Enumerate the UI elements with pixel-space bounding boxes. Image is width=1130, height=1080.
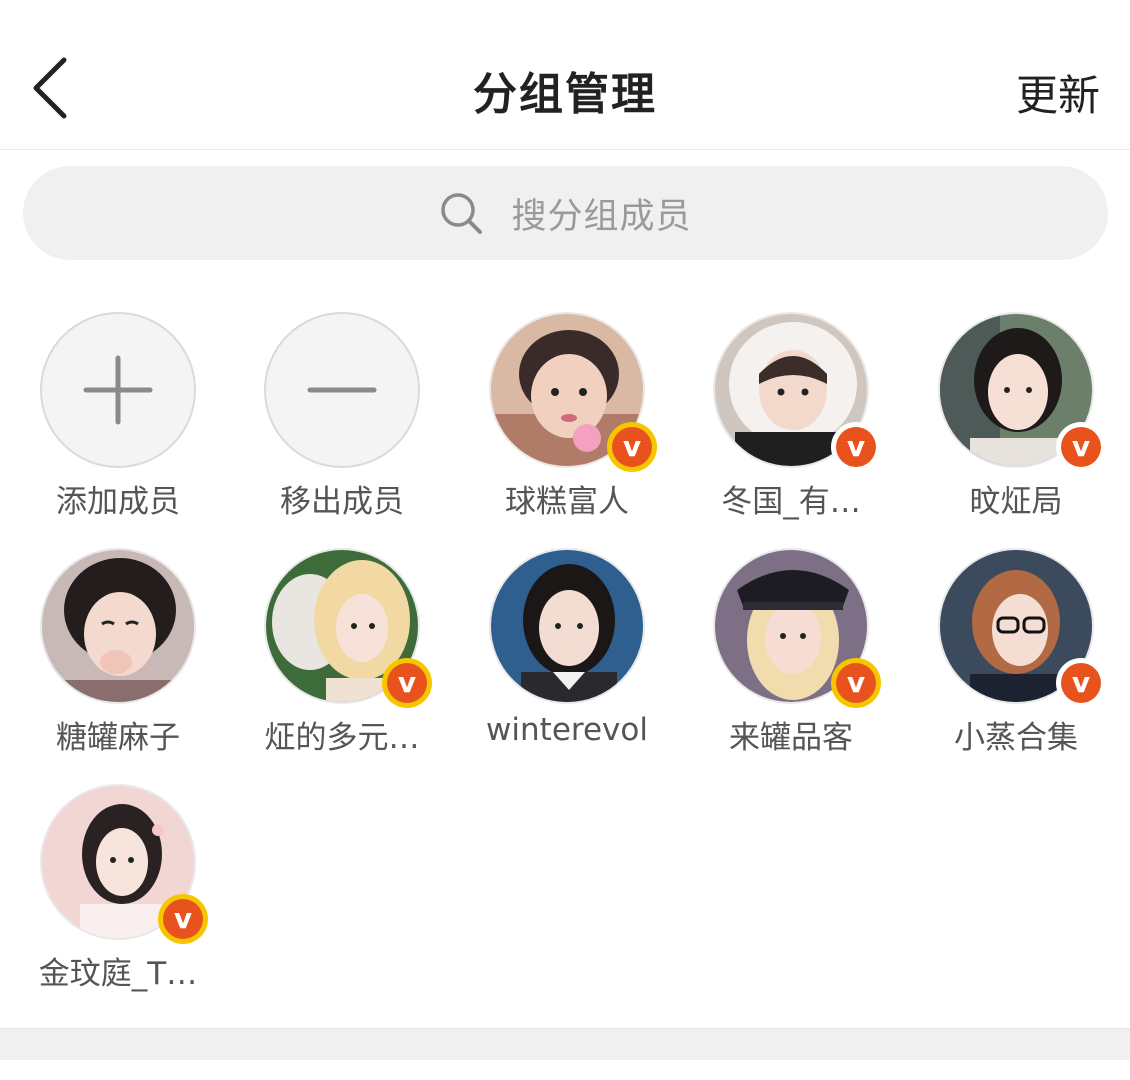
member-item[interactable]: v 小蒸合集 (898, 536, 1122, 766)
group-management-page: 分组管理 更新 搜分组成员 添加成员 移出成员 v 球糕富人 v 冬国_有… v… (0, 0, 1130, 1080)
verified-badge: v (831, 658, 881, 708)
member-name: 旼炡局 (969, 484, 1063, 520)
member-name: 糖罐麻子 (56, 720, 180, 756)
member-item[interactable]: v 球糕富人 (449, 300, 673, 530)
add-member-label: 添加成员 (56, 484, 180, 520)
member-name: 球糕富人 (505, 484, 629, 520)
remove-member-button[interactable]: 移出成员 (224, 300, 448, 530)
member-name: 冬国_有… (721, 484, 861, 520)
verified-badge: v (831, 422, 881, 472)
avatar (489, 548, 645, 704)
bottom-divider (0, 1028, 1130, 1060)
member-item[interactable]: v 冬国_有… (673, 300, 897, 530)
member-item[interactable]: v 旼炡局 (898, 300, 1122, 530)
member-name: 小蒸合集 (954, 720, 1078, 756)
verified-badge: v (1056, 422, 1106, 472)
member-item[interactable]: v 来罐品客 (673, 536, 897, 766)
nav-header: 分组管理 更新 (0, 0, 1130, 150)
verified-badge: v (158, 894, 208, 944)
remove-member-label: 移出成员 (280, 484, 404, 520)
member-item[interactable]: 糖罐麻子 (0, 536, 224, 766)
verified-badge: v (382, 658, 432, 708)
member-item[interactable]: winterevol (449, 536, 673, 766)
plus-icon (83, 355, 153, 425)
verified-badge: v (607, 422, 657, 472)
search-placeholder: 搜分组成员 (511, 196, 692, 237)
member-name: 炡的多元… (264, 720, 420, 756)
minus-icon (307, 387, 377, 393)
member-name: 来罐品客 (729, 720, 853, 756)
avatar (40, 548, 196, 704)
page-title: 分组管理 (473, 69, 657, 120)
member-name: 金玟庭_T… (38, 956, 198, 992)
search-input[interactable]: 搜分组成员 (23, 166, 1108, 260)
search-icon (441, 193, 483, 234)
member-item[interactable]: v 金玟庭_T… (0, 772, 224, 1002)
add-member-button[interactable]: 添加成员 (0, 300, 224, 530)
member-name: winterevol (486, 712, 648, 748)
member-item[interactable]: v 炡的多元… (224, 536, 448, 766)
verified-badge: v (1056, 658, 1106, 708)
update-button[interactable]: 更新 (1016, 62, 1100, 123)
